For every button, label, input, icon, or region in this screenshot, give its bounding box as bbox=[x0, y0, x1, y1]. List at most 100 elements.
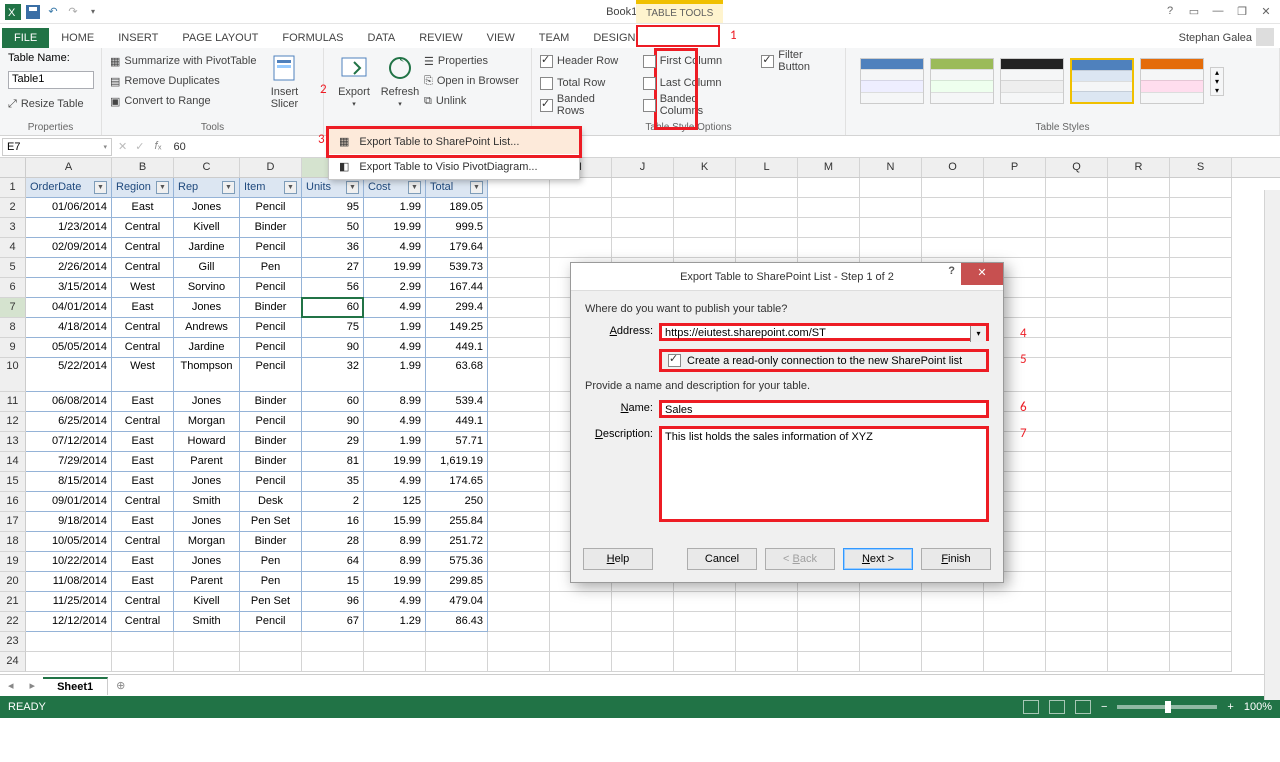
empty-cell[interactable] bbox=[674, 652, 736, 672]
cancel-formula-icon[interactable]: ✕ bbox=[114, 140, 131, 153]
desc-input[interactable]: This list holds the sales information of… bbox=[659, 426, 989, 522]
table-cell[interactable]: 1/23/2014 bbox=[26, 218, 112, 238]
empty-cell[interactable] bbox=[1046, 218, 1108, 238]
row-header[interactable]: 4 bbox=[0, 238, 26, 258]
row-header[interactable]: 17 bbox=[0, 512, 26, 532]
empty-cell[interactable] bbox=[1108, 632, 1170, 652]
table-cell[interactable]: Central bbox=[112, 412, 174, 432]
sheet-tab-1[interactable]: Sheet1 bbox=[43, 677, 108, 695]
empty-cell[interactable] bbox=[488, 572, 550, 592]
empty-cell[interactable] bbox=[550, 238, 612, 258]
table-cell[interactable]: Sorvino bbox=[174, 278, 240, 298]
empty-cell[interactable] bbox=[922, 198, 984, 218]
empty-cell[interactable] bbox=[674, 218, 736, 238]
empty-cell[interactable] bbox=[488, 612, 550, 632]
table-cell[interactable]: 189.05 bbox=[426, 198, 488, 218]
table-cell[interactable]: 27 bbox=[302, 258, 364, 278]
table-cell[interactable]: Central bbox=[112, 218, 174, 238]
table-cell[interactable]: Jones bbox=[174, 552, 240, 572]
table-cell[interactable]: 4.99 bbox=[364, 298, 426, 318]
empty-cell[interactable] bbox=[550, 178, 612, 198]
banded-rows-chk[interactable]: Banded Rows bbox=[540, 96, 625, 114]
table-cell[interactable]: 29 bbox=[302, 432, 364, 452]
empty-cell[interactable] bbox=[488, 652, 550, 672]
empty-cell[interactable] bbox=[1108, 338, 1170, 358]
empty-cell[interactable] bbox=[1046, 318, 1108, 338]
table-cell[interactable]: 09/01/2014 bbox=[26, 492, 112, 512]
empty-cell[interactable] bbox=[612, 592, 674, 612]
empty-cell[interactable] bbox=[736, 612, 798, 632]
empty-cell[interactable] bbox=[364, 652, 426, 672]
table-cell[interactable]: 60 bbox=[302, 392, 364, 412]
row-header[interactable]: 6 bbox=[0, 278, 26, 298]
table-cell[interactable]: 06/08/2014 bbox=[26, 392, 112, 412]
view-normal-icon[interactable] bbox=[1023, 700, 1039, 714]
table-cell[interactable]: 8/15/2014 bbox=[26, 472, 112, 492]
table-cell[interactable]: 28 bbox=[302, 532, 364, 552]
table-cell[interactable]: 81 bbox=[302, 452, 364, 472]
table-name-input[interactable]: Table1 bbox=[8, 71, 94, 89]
empty-cell[interactable] bbox=[1108, 392, 1170, 412]
empty-cell[interactable] bbox=[1108, 412, 1170, 432]
empty-cell[interactable] bbox=[302, 652, 364, 672]
empty-cell[interactable] bbox=[1108, 258, 1170, 278]
header-row-chk[interactable]: Header Row bbox=[540, 52, 625, 70]
empty-cell[interactable] bbox=[736, 198, 798, 218]
table-cell[interactable]: 449.1 bbox=[426, 338, 488, 358]
table-cell[interactable]: 5/22/2014 bbox=[26, 358, 112, 392]
empty-cell[interactable] bbox=[860, 238, 922, 258]
row-header[interactable]: 9 bbox=[0, 338, 26, 358]
row-header[interactable]: 12 bbox=[0, 412, 26, 432]
table-cell[interactable]: 250 bbox=[426, 492, 488, 512]
filter-dropdown-icon[interactable]: ▼ bbox=[408, 181, 421, 194]
table-cell[interactable]: 999.5 bbox=[426, 218, 488, 238]
empty-cell[interactable] bbox=[550, 632, 612, 652]
col-header[interactable]: A bbox=[26, 158, 112, 177]
empty-cell[interactable] bbox=[1046, 278, 1108, 298]
empty-cell[interactable] bbox=[488, 552, 550, 572]
empty-cell[interactable] bbox=[488, 218, 550, 238]
tab-review[interactable]: REVIEW bbox=[407, 28, 474, 48]
minimize-icon[interactable]: — bbox=[1210, 5, 1226, 18]
table-cell[interactable]: Pencil bbox=[240, 338, 302, 358]
table-cell[interactable]: Pencil bbox=[240, 278, 302, 298]
empty-cell[interactable] bbox=[1046, 298, 1108, 318]
empty-cell[interactable] bbox=[112, 652, 174, 672]
empty-cell[interactable] bbox=[1046, 652, 1108, 672]
table-cell[interactable]: 35 bbox=[302, 472, 364, 492]
empty-cell[interactable] bbox=[488, 432, 550, 452]
empty-cell[interactable] bbox=[612, 612, 674, 632]
empty-cell[interactable] bbox=[1046, 592, 1108, 612]
empty-cell[interactable] bbox=[674, 178, 736, 198]
empty-cell[interactable] bbox=[984, 218, 1046, 238]
table-cell[interactable]: Binder bbox=[240, 298, 302, 318]
table-cell[interactable]: Desk bbox=[240, 492, 302, 512]
empty-cell[interactable] bbox=[1170, 652, 1232, 672]
table-cell[interactable]: 96 bbox=[302, 592, 364, 612]
empty-cell[interactable] bbox=[1046, 258, 1108, 278]
table-cell[interactable]: Central bbox=[112, 492, 174, 512]
empty-cell[interactable] bbox=[860, 652, 922, 672]
row-header[interactable]: 22 bbox=[0, 612, 26, 632]
empty-cell[interactable] bbox=[488, 412, 550, 432]
empty-cell[interactable] bbox=[1046, 532, 1108, 552]
style-swatch[interactable] bbox=[1140, 58, 1204, 104]
empty-cell[interactable] bbox=[1046, 552, 1108, 572]
empty-cell[interactable] bbox=[984, 592, 1046, 612]
table-cell[interactable]: Jones bbox=[174, 298, 240, 318]
table-cell[interactable]: 19.99 bbox=[364, 572, 426, 592]
empty-cell[interactable] bbox=[488, 278, 550, 298]
empty-cell[interactable] bbox=[174, 632, 240, 652]
empty-cell[interactable] bbox=[1046, 178, 1108, 198]
table-cell[interactable]: 2/26/2014 bbox=[26, 258, 112, 278]
empty-cell[interactable] bbox=[302, 632, 364, 652]
table-cell[interactable]: Central bbox=[112, 258, 174, 278]
empty-cell[interactable] bbox=[1046, 572, 1108, 592]
row-header[interactable]: 8 bbox=[0, 318, 26, 338]
table-cell[interactable]: 63.68 bbox=[426, 358, 488, 392]
empty-cell[interactable] bbox=[984, 632, 1046, 652]
table-cell[interactable]: Central bbox=[112, 238, 174, 258]
table-header-cell[interactable]: Total▼ bbox=[426, 178, 488, 198]
table-cell[interactable]: 6/25/2014 bbox=[26, 412, 112, 432]
empty-cell[interactable] bbox=[426, 652, 488, 672]
